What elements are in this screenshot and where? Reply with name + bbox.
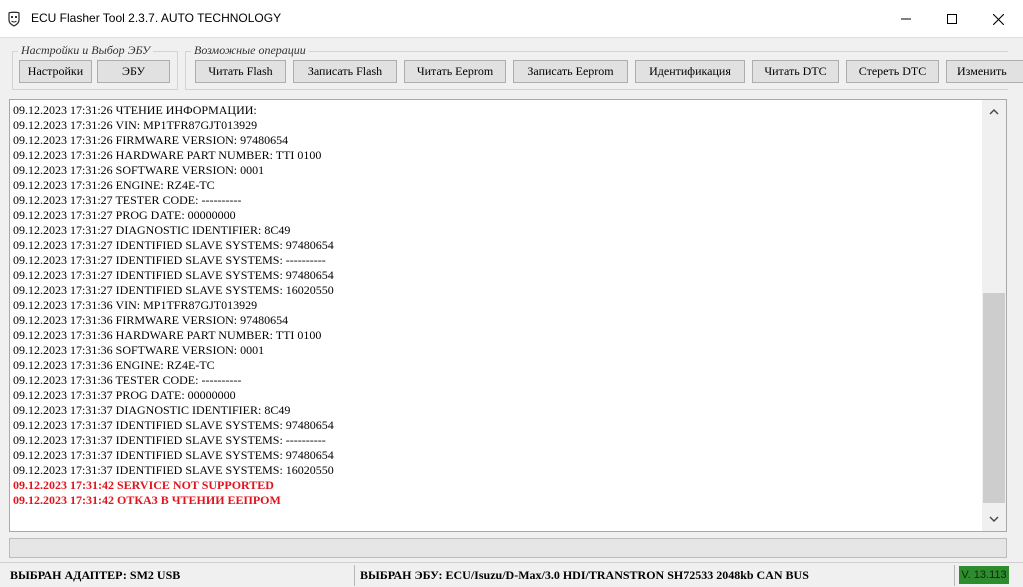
log-line: 09.12.2023 17:31:36 SOFTWARE VERSION: 00… xyxy=(13,343,265,357)
log-line: 09.12.2023 17:31:27 IDENTIFIED SLAVE SYS… xyxy=(13,283,334,297)
adapter-status: ВЫБРАН АДАПТЕР: SM2 USB xyxy=(10,568,181,582)
log-line: 09.12.2023 17:31:37 IDENTIFIED SLAVE SYS… xyxy=(13,448,334,462)
minimize-icon xyxy=(901,18,911,20)
log-lines: 09.12.2023 17:31:26 ЧТЕНИЕ ИНФОРМАЦИИ: 09… xyxy=(13,103,334,508)
log-line: 09.12.2023 17:31:26 ЧТЕНИЕ ИНФОРМАЦИИ: xyxy=(13,103,257,117)
settings-group-legend: Настройки и Выбор ЭБУ xyxy=(18,43,154,58)
log-line: 09.12.2023 17:31:36 ENGINE: RZ4E-TC xyxy=(13,358,215,372)
settings-button[interactable]: Настройки xyxy=(19,60,92,83)
chevron-up-icon xyxy=(989,109,999,115)
chevron-down-icon xyxy=(989,516,999,522)
read-flash-button[interactable]: Читать Flash xyxy=(195,60,286,83)
log-line: 09.12.2023 17:31:27 IDENTIFIED SLAVE SYS… xyxy=(13,268,334,282)
status-separator xyxy=(954,565,955,586)
ecu-button[interactable]: ЭБУ xyxy=(97,60,170,83)
log-scrollbar[interactable] xyxy=(982,100,1006,531)
log-line: 09.12.2023 17:31:26 ENGINE: RZ4E-TC xyxy=(13,178,215,192)
log-line: 09.12.2023 17:31:37 IDENTIFIED SLAVE SYS… xyxy=(13,418,334,432)
scroll-thumb[interactable] xyxy=(983,293,1005,503)
log-line: 09.12.2023 17:31:27 IDENTIFIED SLAVE SYS… xyxy=(13,238,334,252)
title-bar: ECU Flasher Tool 2.3.7. AUTO TECHNOLOGY xyxy=(0,0,1023,38)
read-dtc-button[interactable]: Читать DTC xyxy=(752,60,839,83)
log-line: 09.12.2023 17:31:37 PROG DATE: 00000000 xyxy=(13,388,236,402)
scroll-up-button[interactable] xyxy=(982,100,1006,124)
clear-dtc-button[interactable]: Стереть DTC xyxy=(846,60,939,83)
log-line: 09.12.2023 17:31:27 IDENTIFIED SLAVE SYS… xyxy=(13,253,326,267)
ecu-status: ВЫБРАН ЭБУ: ECU/Isuzu/D-Max/3.0 HDI/TRAN… xyxy=(360,568,809,582)
identification-button[interactable]: Идентификация xyxy=(635,60,745,83)
status-bar: ВЫБРАН АДАПТЕР: SM2 USB ВЫБРАН ЭБУ: ECU/… xyxy=(0,562,1023,587)
log-line: 09.12.2023 17:31:27 DIAGNOSTIC IDENTIFIE… xyxy=(13,223,291,237)
log-line: 09.12.2023 17:31:26 FIRMWARE VERSION: 97… xyxy=(13,133,289,147)
log-line: 09.12.2023 17:31:26 HARDWARE PART NUMBER… xyxy=(13,148,322,162)
close-icon xyxy=(992,13,1004,25)
change-button[interactable]: Изменить xyxy=(946,60,1023,83)
write-flash-button[interactable]: Записать Flash xyxy=(293,60,397,83)
log-line: 09.12.2023 17:31:36 TESTER CODE: -------… xyxy=(13,373,242,387)
log-line: 09.12.2023 17:31:37 IDENTIFIED SLAVE SYS… xyxy=(13,433,326,447)
window-title: ECU Flasher Tool 2.3.7. AUTO TECHNOLOGY xyxy=(31,11,282,25)
log-line: 09.12.2023 17:31:26 VIN: MP1TFR87GJT0139… xyxy=(13,118,258,132)
operations-group-legend: Возможные операции xyxy=(191,43,309,58)
log-line: 09.12.2023 17:31:36 HARDWARE PART NUMBER… xyxy=(13,328,322,342)
log-error-line: 09.12.2023 17:31:42 SERVICE NOT SUPPORTE… xyxy=(13,478,274,492)
log-line: 09.12.2023 17:31:27 PROG DATE: 00000000 xyxy=(13,208,236,222)
maximize-button[interactable] xyxy=(929,0,975,38)
log-line: 09.12.2023 17:31:37 DIAGNOSTIC IDENTIFIE… xyxy=(13,403,291,417)
progress-bar xyxy=(9,538,1007,558)
log-line: 09.12.2023 17:31:26 SOFTWARE VERSION: 00… xyxy=(13,163,265,177)
scroll-down-button[interactable] xyxy=(982,507,1006,531)
maximize-icon xyxy=(947,14,957,24)
minimize-button[interactable] xyxy=(883,0,929,38)
app-icon xyxy=(6,11,22,27)
read-eeprom-button[interactable]: Читать Eeprom xyxy=(404,60,506,83)
log-line: 09.12.2023 17:31:27 TESTER CODE: -------… xyxy=(13,193,242,207)
log-line: 09.12.2023 17:31:36 FIRMWARE VERSION: 97… xyxy=(13,313,289,327)
log-error-line: 09.12.2023 17:31:42 ОТКАЗ В ЧТЕНИИ EEПРО… xyxy=(13,493,281,507)
log-line: 09.12.2023 17:31:36 VIN: MP1TFR87GJT0139… xyxy=(13,298,258,312)
status-separator xyxy=(354,565,355,586)
log-line: 09.12.2023 17:31:37 IDENTIFIED SLAVE SYS… xyxy=(13,463,334,477)
write-eeprom-button[interactable]: Записать Eeprom xyxy=(513,60,628,83)
version-badge: V. 13.113 xyxy=(959,566,1009,584)
close-button[interactable] xyxy=(975,0,1021,38)
log-output[interactable]: 09.12.2023 17:31:26 ЧТЕНИЕ ИНФОРМАЦИИ: 09… xyxy=(9,99,1007,532)
